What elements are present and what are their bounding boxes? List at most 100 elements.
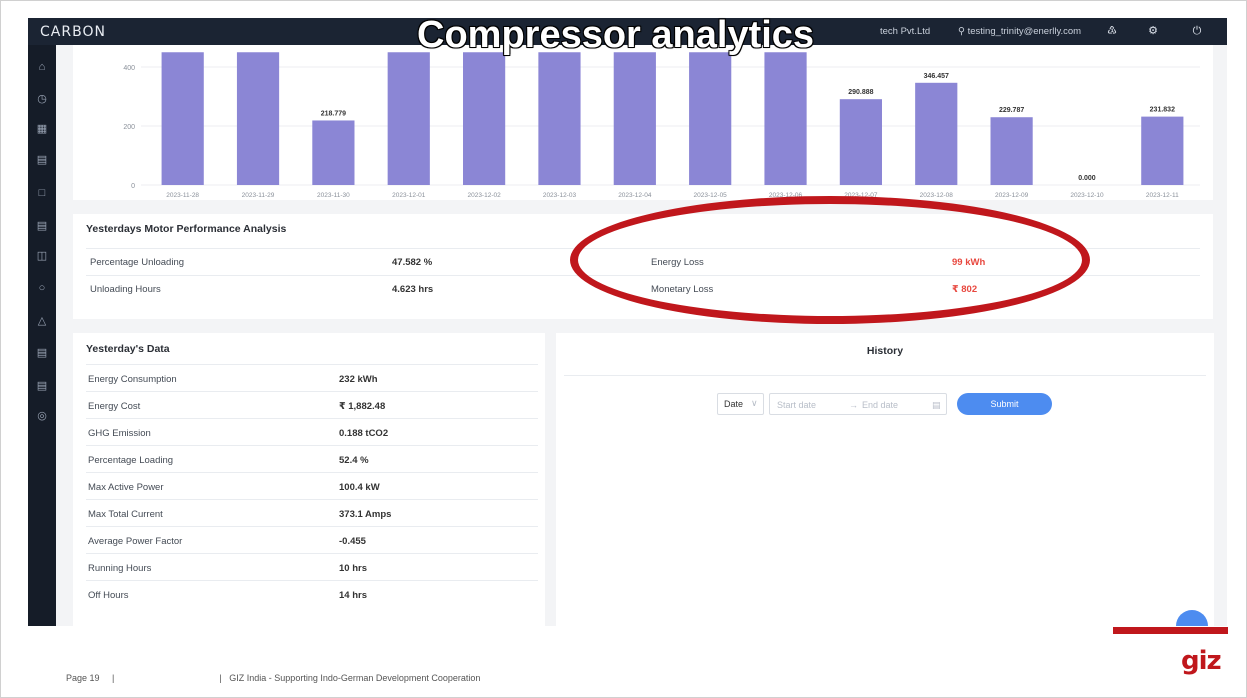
data-label: 229.787 — [999, 107, 1024, 114]
x-tick-label: 2023-12-08 — [920, 192, 954, 199]
performance-title: Yesterdays Motor Performance Analysis — [86, 223, 287, 235]
table-row: Average Power Factor -0.455 — [86, 526, 538, 553]
performance-value: 47.582 % — [392, 257, 433, 268]
bar-chart: 0 200 400 2023-11-28 2023-11-29 218.779 2023-1… — [123, 52, 1200, 199]
data-label: 346.457 — [924, 73, 949, 80]
bell-icon[interactable]: ♳ — [1105, 24, 1119, 38]
giz-logo: giz — [1181, 646, 1222, 676]
chevron-down-icon: ∨ — [751, 398, 758, 408]
x-tick-label: 2023-12-01 — [392, 192, 426, 199]
performance-label: Percentage Unloading — [90, 257, 185, 268]
row-label: Energy Cost — [88, 401, 141, 412]
performance-label: Energy Loss — [651, 257, 704, 268]
row-label: Max Active Power — [88, 482, 164, 493]
brand-logo: CARBON — [40, 24, 106, 40]
x-tick-label: 2023-11-29 — [242, 192, 275, 199]
report-icon[interactable]: ▤ — [34, 152, 50, 168]
gear-icon[interactable]: ⚙ — [1146, 24, 1160, 38]
chart-bar — [990, 117, 1033, 185]
chart-bar — [161, 52, 204, 185]
power-icon[interactable]: ⏻ — [1190, 24, 1204, 38]
row-label: Running Hours — [88, 563, 152, 574]
database-icon[interactable]: ◫ — [34, 248, 50, 264]
consumption-chart-card: 0 200 400 2023-11-28 2023-11-29 218.779 2023-1… — [73, 45, 1213, 200]
company-name: tech Pvt.Ltd — [880, 26, 931, 37]
data-label: 0.000 — [1078, 175, 1096, 182]
divider — [564, 375, 1206, 376]
table-row: Energy Cost ₹ 1,882.48 — [86, 391, 538, 418]
yesterday-data-card: Yesterday's Data Energy Consumption 232 k… — [73, 333, 545, 626]
row-label: Max Total Current — [88, 509, 163, 520]
x-tick-label: 2023-12-04 — [618, 192, 652, 199]
chart-bar — [764, 52, 807, 185]
row-label: Energy Consumption — [88, 374, 177, 385]
chart-bar — [312, 120, 355, 185]
row-label: GHG Emission — [88, 428, 151, 439]
performance-row: Unloading Hours 4.623 hrs Monetary Loss … — [86, 275, 1200, 301]
table-row: Percentage Loading 52.4 % — [86, 445, 538, 472]
row-label: Percentage Loading — [88, 455, 174, 466]
file-icon[interactable]: ▤ — [34, 378, 50, 394]
history-card: History Date ∨ Start date → End date ▤ Su… — [556, 333, 1214, 626]
footer-accent-line — [1113, 627, 1228, 634]
x-tick-label: 2023-12-09 — [995, 192, 1029, 199]
sidebar: ⌂ ◷ ▦ ▤ □ ▤ ◫ ○ △ ▤ ▤ ◎ — [28, 45, 56, 626]
table-row: GHG Emission 0.188 tCO2 — [86, 418, 538, 445]
data-label: 290.888 — [848, 89, 873, 96]
range-arrow: → — [849, 400, 858, 410]
table-row: Max Total Current 373.1 Amps — [86, 499, 538, 526]
chart-bar — [915, 82, 958, 185]
chart-bar — [236, 52, 280, 185]
chart-bar — [839, 99, 882, 185]
row-value: 232 kWh — [339, 374, 378, 385]
footer-organization: GIZ India - Supporting Indo-German Devel… — [229, 673, 481, 683]
chart-bar — [1141, 116, 1184, 185]
row-value: 0.188 tCO2 — [339, 428, 389, 439]
user-account[interactable]: ⚲ testing_trinity@enerlly.com — [958, 26, 1081, 37]
table-row: Running Hours 10 hrs — [86, 553, 538, 580]
grid-icon[interactable]: ▦ — [34, 121, 50, 137]
x-tick-label: 2023-12-02 — [467, 192, 501, 199]
x-tick-label: 2023-12-07 — [844, 192, 878, 199]
row-value: 14 hrs — [339, 590, 367, 601]
performance-label: Unloading Hours — [90, 284, 161, 295]
footer-separator: | — [112, 673, 115, 683]
row-value: ₹ 1,882.48 — [339, 401, 386, 412]
chart-bar — [689, 52, 732, 185]
slide: CARBON tech Pvt.Ltd ⚲ testing_trinity@en… — [0, 0, 1247, 698]
performance-value: 4.623 hrs — [392, 284, 434, 295]
dashboard-icon[interactable]: ◷ — [34, 91, 50, 107]
data-label: 231.832 — [1150, 107, 1175, 114]
start-date-placeholder[interactable]: Start date — [777, 400, 816, 410]
user-email: testing_trinity@enerlly.com — [967, 26, 1082, 37]
row-value: -0.455 — [339, 536, 366, 547]
end-date-placeholder[interactable]: End date — [862, 400, 898, 410]
x-tick-label: 2023-12-11 — [1146, 192, 1179, 199]
row-label: Average Power Factor — [88, 536, 183, 547]
row-value: 52.4 % — [339, 455, 369, 466]
factory-icon[interactable]: ▤ — [34, 345, 50, 361]
date-range-input[interactable]: Start date → End date ▤ — [769, 393, 947, 415]
app-screenshot: CARBON tech Pvt.Ltd ⚲ testing_trinity@en… — [28, 18, 1227, 626]
chart-bar — [538, 52, 581, 185]
row-value: 373.1 Amps — [339, 509, 392, 520]
energy-loss-value: 99 kWh — [952, 257, 986, 268]
date-select-value: Date — [724, 399, 744, 409]
history-title: History — [866, 345, 904, 357]
help-icon[interactable]: ◎ — [34, 408, 50, 424]
slide-footer: Page 19 | | GIZ India - Supporting Indo-… — [66, 673, 480, 683]
date-type-select[interactable]: Date ∨ — [717, 393, 764, 415]
calendar-icon[interactable]: ▤ — [932, 400, 941, 411]
hierarchy-icon[interactable]: △ — [34, 313, 50, 329]
x-tick-label: 2023-12-10 — [1070, 192, 1104, 199]
x-tick-label: 2023-12-06 — [769, 192, 803, 199]
chart-bar — [387, 52, 430, 185]
document-icon[interactable]: □ — [34, 185, 50, 201]
list-icon[interactable]: ▤ — [34, 218, 50, 234]
monetary-loss-value: ₹ 802 — [952, 284, 978, 295]
bulb-icon[interactable]: ○ — [34, 280, 50, 296]
yesterday-title: Yesterday's Data — [86, 343, 170, 355]
home-icon[interactable]: ⌂ — [34, 59, 50, 75]
x-tick-label: 2023-12-03 — [543, 192, 577, 199]
submit-button[interactable]: Submit — [957, 393, 1052, 415]
